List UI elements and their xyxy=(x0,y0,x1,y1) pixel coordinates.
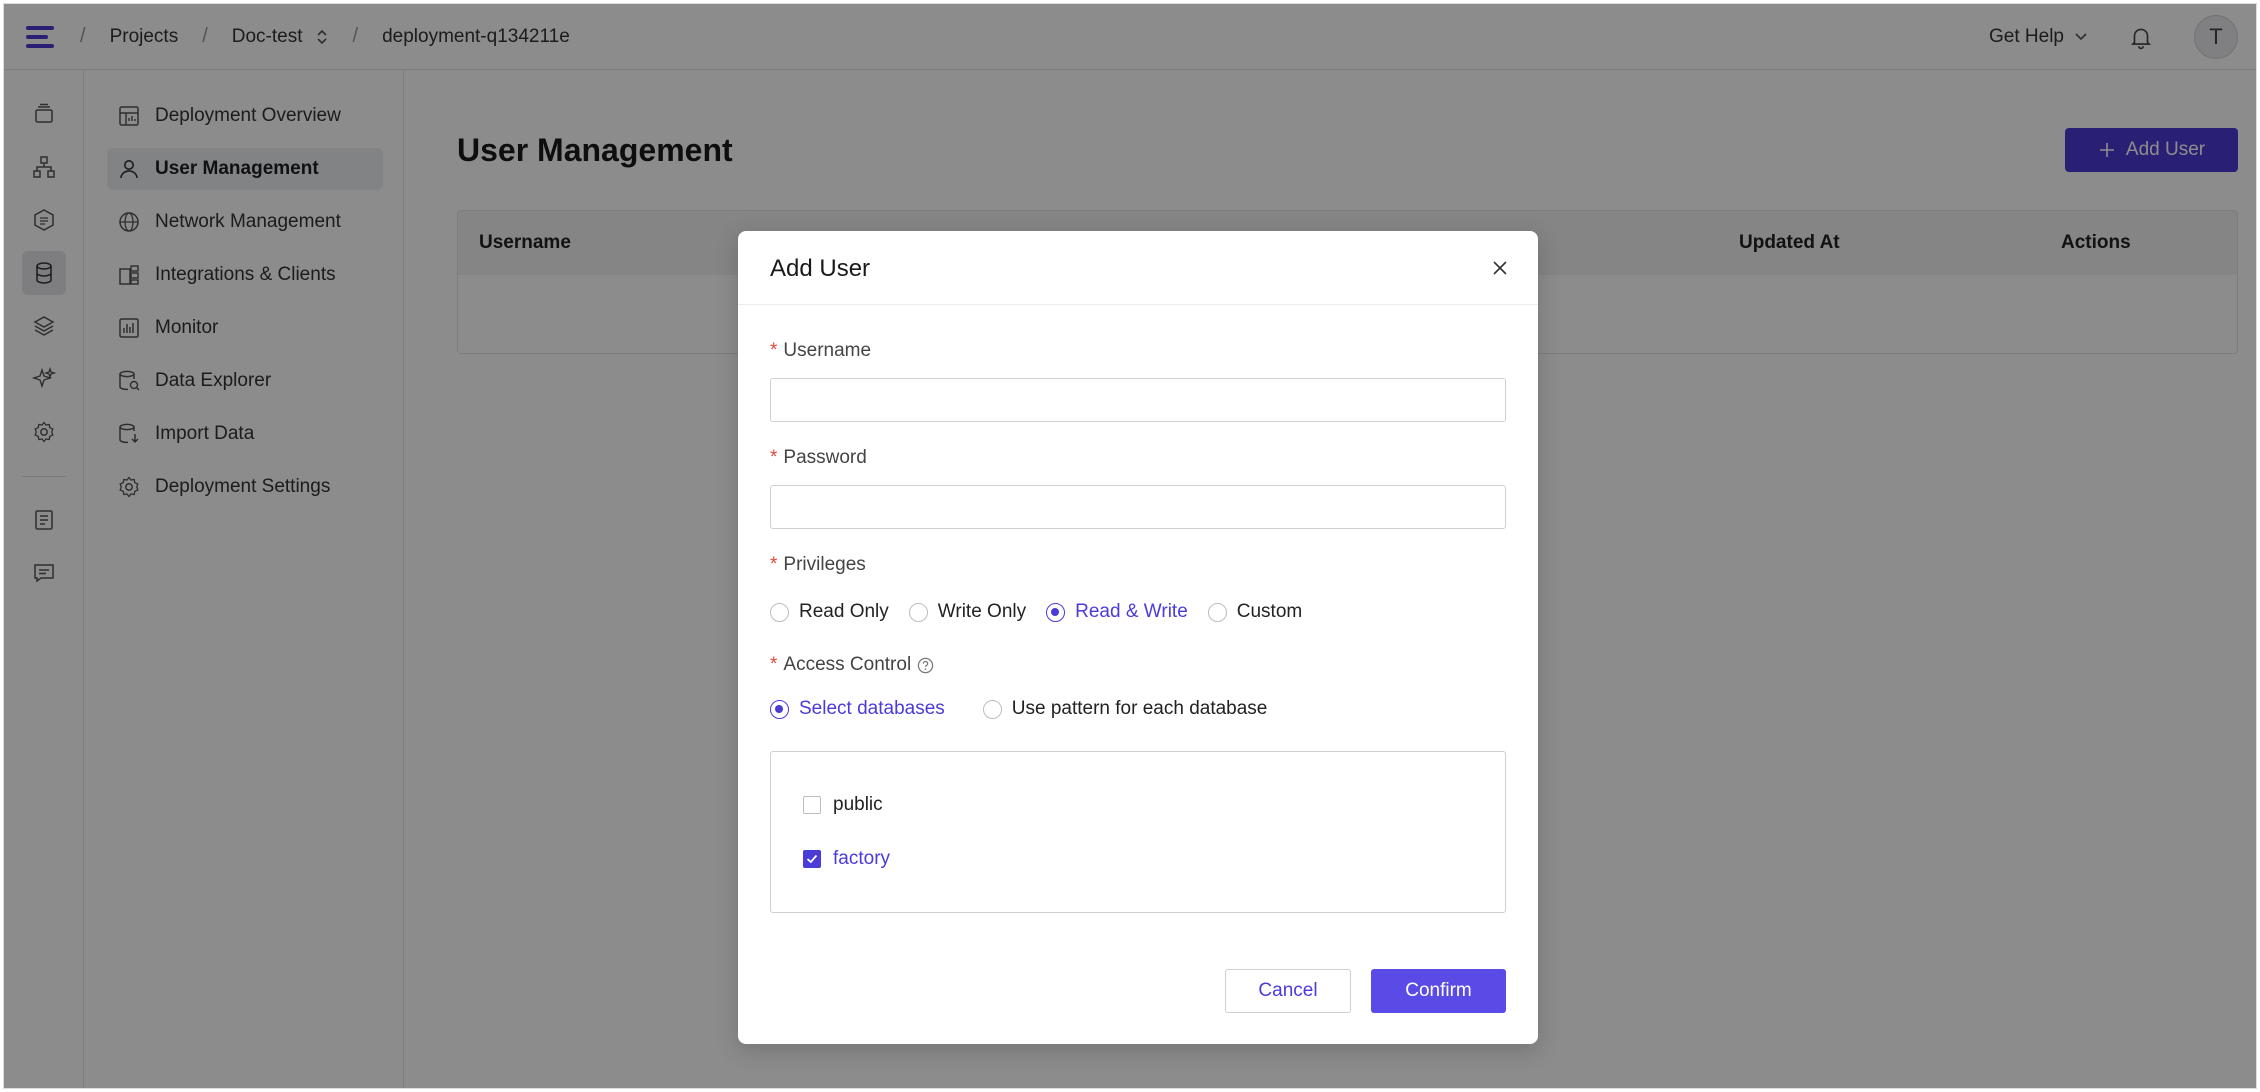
privilege-write-only-radio[interactable]: Write Only xyxy=(908,601,1027,623)
required-marker: * xyxy=(770,554,778,575)
add-user-dialog: Add User * Username * Password * Privile… xyxy=(738,231,1538,1044)
confirm-button[interactable]: Confirm xyxy=(1371,969,1506,1013)
username-label-text: Username xyxy=(783,340,872,361)
radio-label: Read & Write xyxy=(1075,601,1188,622)
radio-dot xyxy=(982,699,1002,719)
username-label: * Username xyxy=(770,340,871,362)
radio-dot xyxy=(1207,602,1227,622)
check-icon xyxy=(806,854,818,864)
checkbox xyxy=(803,796,821,814)
username-field[interactable] xyxy=(770,378,1506,422)
radio-label: Use pattern for each database xyxy=(1011,698,1268,719)
dialog-header: Add User xyxy=(738,231,1538,305)
privileges-radio-group: Read Only Write Only Read & Write Custom xyxy=(770,601,1322,623)
database-checkbox-factory[interactable]: factory xyxy=(803,848,890,870)
privileges-label-text: Privileges xyxy=(783,554,866,575)
dialog-title: Add User xyxy=(770,255,871,282)
radio-dot xyxy=(1046,602,1066,622)
privileges-label: * Privileges xyxy=(770,554,866,576)
radio-label: Read Only xyxy=(799,601,889,622)
required-marker: * xyxy=(770,340,778,361)
radio-dot xyxy=(770,699,789,719)
database-name: factory xyxy=(833,848,891,869)
radio-label: Write Only xyxy=(937,601,1027,622)
required-marker: * xyxy=(770,447,778,468)
radio-label: Select databases xyxy=(799,698,945,719)
required-marker: * xyxy=(770,654,778,675)
access-control-label: * Access Control xyxy=(770,654,934,676)
database-list: public factory xyxy=(770,751,1506,913)
access-control-label-text: Access Control xyxy=(783,654,912,675)
password-label-text: Password xyxy=(783,447,867,468)
access-mode-radio-group: Select databases Use pattern for each da… xyxy=(770,698,1287,720)
select-databases-radio[interactable]: Select databases xyxy=(770,698,945,720)
app-window: / Projects / Doc-test / deployment-q1342… xyxy=(3,3,2257,1089)
password-label: * Password xyxy=(770,447,867,469)
close-icon[interactable] xyxy=(1488,256,1512,280)
database-checkbox-public[interactable]: public xyxy=(803,794,883,816)
radio-dot xyxy=(908,602,928,622)
help-circle-icon[interactable] xyxy=(917,657,934,674)
privilege-read-only-radio[interactable]: Read Only xyxy=(770,601,889,623)
privilege-custom-radio[interactable]: Custom xyxy=(1207,601,1303,623)
password-field[interactable] xyxy=(770,485,1506,529)
checkbox xyxy=(803,850,821,868)
cancel-button[interactable]: Cancel xyxy=(1225,969,1351,1013)
radio-dot xyxy=(770,602,789,622)
use-pattern-radio[interactable]: Use pattern for each database xyxy=(982,698,1268,720)
radio-label: Custom xyxy=(1236,601,1303,622)
database-name: public xyxy=(833,794,883,815)
privilege-read-write-radio[interactable]: Read & Write xyxy=(1046,601,1188,623)
